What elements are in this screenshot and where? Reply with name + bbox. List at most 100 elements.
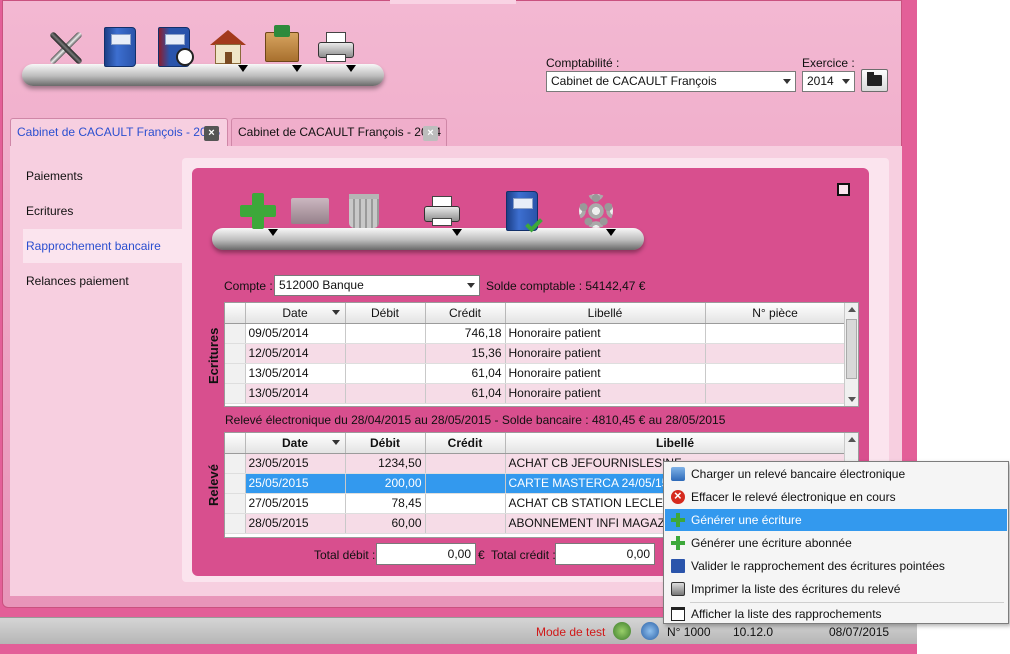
book-icon — [104, 27, 136, 67]
menu-item-label: Imprimer la liste des écritures du relev… — [691, 582, 901, 596]
print-button[interactable] — [420, 188, 464, 236]
cell-date: 13/05/2014 — [245, 363, 346, 384]
home-button[interactable] — [206, 24, 250, 72]
sidebar-item-ecritures[interactable]: Ecritures — [23, 194, 183, 228]
close-icon[interactable]: × — [423, 126, 438, 141]
clock-icon — [176, 48, 194, 66]
inbox-icon — [265, 25, 299, 62]
menu-item-label: Valider le rapprochement des écritures p… — [691, 559, 945, 573]
scroll-up-icon[interactable] — [848, 437, 856, 442]
col-piece[interactable]: N° pièce — [705, 303, 846, 324]
col-credit[interactable]: Crédit — [425, 303, 506, 324]
home-icon — [210, 30, 246, 64]
ecritures-grid: Date Débit Crédit Libellé N° pièce 09/05… — [224, 302, 859, 407]
col-debit[interactable]: Débit — [345, 303, 426, 324]
compte-select[interactable]: 512000 Banque — [274, 275, 480, 296]
menu-item-label: Charger un relevé bancaire électronique — [691, 467, 906, 481]
tools-icon — [46, 27, 86, 67]
total-debit-label: Total débit : — [314, 548, 376, 562]
folder-icon — [867, 72, 882, 86]
comptabilite-select[interactable]: Cabinet de CACAULT François — [546, 71, 796, 92]
tab-2014[interactable]: Cabinet de CACAULT François - 2014 × — [231, 118, 447, 147]
plus-icon — [671, 513, 685, 527]
cell-credit: 746,18 — [425, 323, 506, 344]
col-debit[interactable]: Débit — [345, 433, 426, 454]
window-icon — [671, 607, 685, 621]
chevron-down-icon — [842, 79, 850, 84]
col-credit[interactable]: Crédit — [425, 433, 506, 454]
cell-piece — [705, 363, 846, 384]
folder-button[interactable] — [288, 188, 332, 234]
tab-label: Cabinet de CACAULT François - 2015 — [17, 125, 220, 139]
scroll-up-icon[interactable] — [848, 307, 856, 312]
open-folder-button[interactable] — [861, 69, 888, 92]
menu-item-charger[interactable]: Charger un relevé bancaire électronique — [665, 463, 1007, 485]
menu-item-effacer[interactable]: Effacer le relevé électronique en cours — [665, 485, 1007, 508]
col-libelle[interactable]: Libellé — [505, 433, 846, 454]
total-debit-field: 0,00 — [376, 543, 476, 565]
exercice-label: Exercice : — [802, 56, 855, 70]
inbox-button[interactable] — [260, 24, 304, 72]
col-date[interactable]: Date — [245, 433, 346, 454]
col-date[interactable]: Date — [245, 303, 346, 324]
rapprochement-toolbar — [212, 186, 644, 250]
cell-debit: 200,00 — [345, 473, 426, 494]
total-credit-field: 0,00 — [555, 543, 655, 565]
compte-label: Compte : — [224, 279, 273, 293]
cell-debit: 78,45 — [345, 493, 426, 514]
cell-piece — [705, 383, 846, 404]
status-version: 10.12.0 — [733, 625, 774, 639]
agenda-button[interactable] — [152, 24, 196, 70]
menu-item-label: Générer une écriture — [691, 513, 802, 527]
cell-credit — [425, 473, 506, 494]
printer-icon — [318, 32, 354, 62]
ecritures-scrollbar[interactable] — [844, 303, 858, 406]
cell-debit: 60,00 — [345, 513, 426, 534]
add-button[interactable] — [236, 188, 280, 236]
menu-item-imprimer[interactable]: Imprimer la liste des écritures du relev… — [665, 578, 1007, 600]
releve-vertical-label: Relevé — [206, 464, 221, 506]
book-button[interactable] — [98, 24, 142, 70]
cell-libelle: Honoraire patient — [505, 343, 706, 364]
validate-button[interactable] — [500, 188, 544, 234]
cell-date: 09/05/2014 — [245, 323, 346, 344]
printer-icon — [671, 582, 685, 596]
col-libelle[interactable]: Libellé — [505, 303, 706, 324]
cell-date: 12/05/2014 — [245, 343, 346, 364]
print-button[interactable] — [314, 24, 358, 72]
sidebar-item-rapprochement[interactable]: Rapprochement bancaire — [23, 229, 183, 263]
table-row[interactable]: 09/05/2014 746,18 Honoraire patient — [225, 323, 846, 344]
cell-debit — [345, 383, 426, 404]
table-row[interactable]: 12/05/2014 15,36 Honoraire patient — [225, 343, 846, 364]
trash-button[interactable] — [342, 188, 386, 234]
menu-item-afficher[interactable]: Afficher la liste des rapprochements — [665, 603, 1007, 625]
close-icon[interactable]: × — [204, 126, 219, 141]
total-credit-label: Total crédit : — [491, 548, 556, 562]
tools-button[interactable] — [44, 24, 88, 70]
cell-date: 23/05/2015 — [245, 453, 346, 474]
mode-test: Mode de test — [536, 625, 606, 639]
table-row[interactable]: 13/05/2014 61,04 Honoraire patient — [225, 383, 846, 404]
cell-debit — [345, 363, 426, 384]
menu-item-generer[interactable]: Générer une écriture — [665, 509, 1007, 531]
scroll-thumb[interactable] — [846, 319, 857, 379]
cell-libelle: Honoraire patient — [505, 323, 706, 344]
menu-item-valider[interactable]: Valider le rapprochement des écritures p… — [665, 555, 1007, 577]
comptabilite-value: Cabinet de CACAULT François — [551, 74, 717, 88]
cell-date: 28/05/2015 — [245, 513, 346, 534]
table-row[interactable]: 13/05/2014 61,04 Honoraire patient — [225, 363, 846, 384]
settings-button[interactable] — [574, 188, 618, 236]
tab-2015[interactable]: Cabinet de CACAULT François - 2015 × — [10, 118, 228, 147]
sidebar-item-relances[interactable]: Relances paiement — [23, 264, 183, 298]
exercice-select[interactable]: 2014 — [802, 71, 855, 92]
comptabilite-label: Comptabilité : — [546, 56, 620, 70]
maximize-icon[interactable] — [837, 183, 850, 196]
menu-item-generer-abonnee[interactable]: Générer une écriture abonnée — [665, 532, 1007, 554]
currency-symbol: € — [478, 548, 485, 562]
scroll-down-icon[interactable] — [848, 397, 856, 402]
cell-libelle: Honoraire patient — [505, 383, 706, 404]
sidebar-item-paiements[interactable]: Paiements — [23, 159, 183, 193]
gear-icon — [579, 194, 613, 228]
cell-credit — [425, 453, 506, 474]
cell-credit — [425, 513, 506, 534]
